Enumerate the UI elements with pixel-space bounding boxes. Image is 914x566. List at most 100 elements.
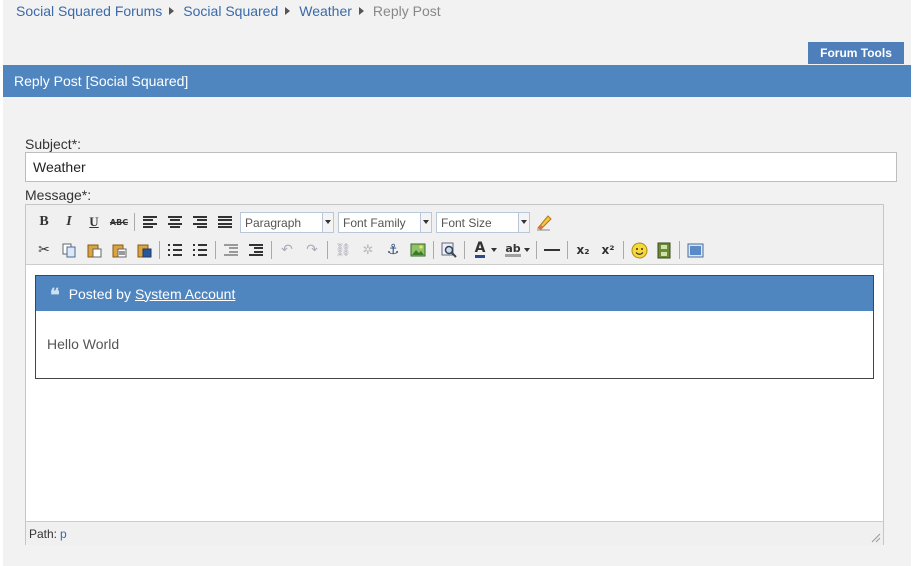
quote-icon: ❝ <box>50 284 60 306</box>
numbered-list-button[interactable] <box>190 240 210 260</box>
copy-button[interactable] <box>59 240 79 260</box>
page-title: Reply Post [Social Squared] <box>14 73 189 89</box>
breadcrumb: Social Squared Forums Social Squared Wea… <box>16 3 441 19</box>
clear-formatting-button[interactable] <box>534 212 554 232</box>
undo-button[interactable]: ↶ <box>277 240 297 260</box>
paste-button[interactable] <box>84 240 104 260</box>
path-element-link[interactable]: p <box>60 527 67 541</box>
numbered-list-icon <box>193 244 207 256</box>
toolbar-separator <box>464 241 465 259</box>
bullet-list-icon <box>168 244 182 256</box>
paste-text-button[interactable] <box>109 240 129 260</box>
paste-text-icon <box>112 244 127 258</box>
breadcrumb-link-forums[interactable]: Social Squared Forums <box>16 3 162 19</box>
image-icon <box>410 243 426 257</box>
paste-word-icon <box>137 244 152 258</box>
undo-icon: ↶ <box>281 242 293 258</box>
toolbar-row-2: ✂ ↶ ↷ ⛓ ✲ ⚓ A ab x₂ x² <box>34 237 710 263</box>
forum-tools-button[interactable]: Forum Tools <box>808 42 904 64</box>
quote-body: Hello World <box>47 336 120 352</box>
subscript-button[interactable]: x₂ <box>573 240 593 260</box>
align-left-button[interactable] <box>140 212 160 232</box>
font-size-select-value: Font Size <box>441 215 492 230</box>
insert-media-button[interactable] <box>654 240 674 260</box>
toolbar-separator <box>134 213 135 231</box>
toolbar-separator <box>159 241 160 259</box>
emoticon-button[interactable] <box>629 240 649 260</box>
anchor-button[interactable]: ⚓ <box>383 240 403 260</box>
chevron-down-icon <box>322 212 333 232</box>
insert-link-button[interactable]: ⛓ <box>333 240 353 260</box>
fullscreen-button[interactable] <box>685 240 705 260</box>
superscript-button[interactable]: x² <box>598 240 618 260</box>
align-justify-icon <box>218 216 232 228</box>
scissors-icon: ✂ <box>38 242 50 258</box>
align-justify-button[interactable] <box>215 212 235 232</box>
format-select[interactable]: Paragraph <box>240 211 334 233</box>
bullet-list-button[interactable] <box>165 240 185 260</box>
highlight-color-button[interactable]: ab <box>503 240 523 260</box>
subject-label: Subject*: <box>25 136 82 152</box>
horizontal-rule-button[interactable] <box>542 240 562 260</box>
quote-header: ❝ Posted by System Account <box>36 276 873 311</box>
breadcrumb-arrow-icon <box>169 7 175 15</box>
breadcrumb-arrow-icon <box>358 7 364 15</box>
film-icon <box>657 242 671 258</box>
chevron-down-icon <box>518 212 529 232</box>
magnifier-icon <box>441 242 457 258</box>
breadcrumb-link-social-squared[interactable]: Social Squared <box>183 3 278 19</box>
breadcrumb-link-weather[interactable]: Weather <box>299 3 352 19</box>
font-size-select[interactable]: Font Size <box>436 211 530 233</box>
find-button[interactable] <box>439 240 459 260</box>
format-select-value: Paragraph <box>245 215 302 230</box>
breadcrumb-current: Reply Post <box>372 3 441 19</box>
editor-content-area[interactable]: ❝ Posted by System Account Hello World <box>26 265 883 521</box>
posted-by-label: Posted by <box>68 285 131 302</box>
quote-author-link[interactable]: System Account <box>135 286 235 302</box>
resize-handle-icon[interactable] <box>871 533 881 543</box>
unlink-icon: ✲ <box>362 242 374 258</box>
paste-word-button[interactable] <box>134 240 154 260</box>
align-right-icon <box>193 216 207 228</box>
toolbar-row-1: B I U ABC Paragraph Font Family Font Siz… <box>34 209 559 235</box>
indent-button[interactable] <box>246 240 266 260</box>
indent-icon <box>249 244 263 256</box>
quote-block: ❝ Posted by System Account Hello World <box>35 275 874 379</box>
toolbar-separator <box>567 241 568 259</box>
outdent-button[interactable] <box>221 240 241 260</box>
redo-icon: ↷ <box>306 242 318 258</box>
toolbar-separator <box>623 241 624 259</box>
breadcrumb-arrow-icon <box>285 7 291 15</box>
highlight-color-dropdown-icon[interactable] <box>524 248 530 252</box>
align-left-icon <box>143 216 157 228</box>
text-color-button[interactable]: A <box>470 240 490 260</box>
cut-button[interactable]: ✂ <box>34 240 54 260</box>
redo-button[interactable]: ↷ <box>302 240 322 260</box>
smiley-icon <box>631 242 647 258</box>
rich-text-editor: B I U ABC Paragraph Font Family Font Siz… <box>25 204 884 545</box>
strikethrough-button[interactable]: ABC <box>109 212 129 232</box>
page: Social Squared Forums Social Squared Wea… <box>3 0 911 566</box>
chevron-down-icon <box>420 212 431 232</box>
insert-image-button[interactable] <box>408 240 428 260</box>
italic-button[interactable]: I <box>59 212 79 232</box>
unlink-button[interactable]: ✲ <box>358 240 378 260</box>
fullscreen-icon <box>687 243 703 257</box>
text-color-icon: A <box>474 240 486 258</box>
editor-toolbar: B I U ABC Paragraph Font Family Font Siz… <box>26 205 883 265</box>
message-label: Message*: <box>25 187 92 203</box>
page-title-bar: Reply Post [Social Squared] <box>3 65 911 97</box>
path-label: Path: <box>29 527 58 541</box>
horizontal-rule-icon <box>544 249 560 251</box>
bold-button[interactable]: B <box>34 212 54 232</box>
align-center-button[interactable] <box>165 212 185 232</box>
toolbar-separator <box>215 241 216 259</box>
align-right-button[interactable] <box>190 212 210 232</box>
highlight-color-icon: ab <box>505 242 521 257</box>
toolbar-separator <box>536 241 537 259</box>
text-color-dropdown-icon[interactable] <box>491 248 497 252</box>
font-family-select[interactable]: Font Family <box>338 211 432 233</box>
underline-button[interactable]: U <box>84 212 104 232</box>
subject-input[interactable] <box>25 152 897 182</box>
paste-icon <box>87 244 102 258</box>
